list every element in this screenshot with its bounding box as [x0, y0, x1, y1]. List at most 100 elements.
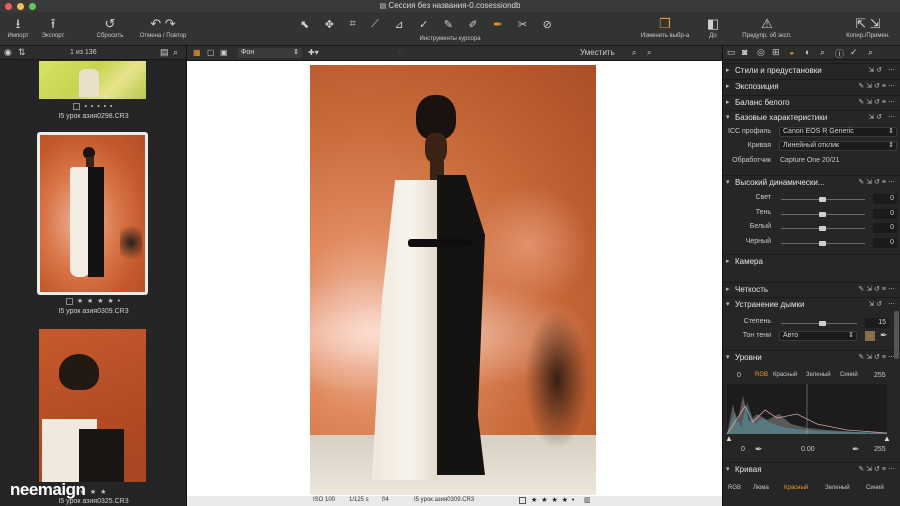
- highlights-slider-knob[interactable]: [819, 197, 826, 202]
- sort-icon[interactable]: ⇅: [18, 47, 26, 58]
- levels-white-point-handle[interactable]: ▲: [883, 434, 891, 443]
- import-button[interactable]: ⭳ Импорт: [4, 15, 32, 39]
- shadow-color-swatch[interactable]: [865, 331, 875, 341]
- thumbnail-image[interactable]: [39, 61, 146, 99]
- section-actions[interactable]: ✎⇲↺≡⋯: [858, 82, 897, 90]
- curve-channel-red[interactable]: Красный: [784, 485, 808, 491]
- output-tab-icon[interactable]: ✓: [850, 47, 858, 58]
- keystone-icon[interactable]: ⊿: [394, 18, 403, 31]
- eraser-icon[interactable]: ✂: [518, 18, 527, 31]
- icc-profile-select[interactable]: Canon EOS R Generic ⇕: [779, 127, 897, 137]
- levels-channel-red[interactable]: Красный: [773, 372, 797, 378]
- levels-channel-blue[interactable]: Синий: [840, 372, 858, 378]
- zoom-icon[interactable]: ⌕: [647, 48, 651, 58]
- brush-icon[interactable]: ✐: [469, 18, 478, 31]
- shadows-slider-knob[interactable]: [819, 212, 826, 217]
- tools-scrollbar[interactable]: [894, 311, 899, 359]
- levels-channel-green[interactable]: Зеленый: [806, 372, 831, 378]
- details-tab-icon[interactable]: ⌕: [820, 47, 825, 58]
- edit-selection-button[interactable]: ❐ Изменить выбр-а: [634, 15, 696, 39]
- curve-channel-luma[interactable]: Люма: [753, 485, 769, 491]
- levels-gamma[interactable]: 0.00: [801, 446, 815, 453]
- dehaze-amount-knob[interactable]: [819, 321, 826, 326]
- spot-removal-icon[interactable]: ✓: [419, 18, 428, 31]
- eye-icon[interactable]: ◉: [4, 47, 12, 58]
- library-tab-icon[interactable]: ▭: [727, 47, 736, 58]
- exposure-section[interactable]: ▸ Экспозиция ✎⇲↺≡⋯: [723, 79, 900, 92]
- hdr-section[interactable]: ▾ Высокий динамически... ✎⇲↺≡⋯: [723, 175, 900, 188]
- section-actions[interactable]: ✎⇲↺≡⋯: [858, 465, 897, 473]
- color-tag-icon[interactable]: ▥: [584, 496, 591, 504]
- levels-output-high[interactable]: 255: [874, 446, 886, 453]
- levels-input-high[interactable]: 255: [874, 372, 886, 379]
- color-picker-icon[interactable]: ✒: [493, 18, 502, 31]
- single-view-icon[interactable]: ▢: [207, 48, 215, 57]
- composition-tab-icon[interactable]: ⊞: [772, 47, 780, 58]
- compare-view-icon[interactable]: ▣: [220, 48, 228, 57]
- undo-redo-button[interactable]: ↶ ↷ Отмена / Повтор: [134, 15, 192, 39]
- dehaze-section[interactable]: ▾ Устранение дымки ⇲↺ ⋯: [723, 297, 900, 310]
- before-button[interactable]: ◧ До: [700, 15, 726, 39]
- zoom-fit-label[interactable]: Уместить: [580, 48, 615, 57]
- shadows-value[interactable]: 0: [873, 209, 897, 219]
- levels-channel-rgb[interactable]: RGB: [755, 372, 768, 378]
- eyedropper-icon[interactable]: ✒: [852, 444, 860, 455]
- section-actions[interactable]: ⇲↺ ⋯: [868, 66, 897, 74]
- section-actions[interactable]: ✎⇲↺≡⋯: [858, 98, 897, 106]
- search-tab-icon[interactable]: ⌕: [868, 47, 873, 58]
- eyedropper-icon[interactable]: ✒: [755, 444, 763, 455]
- thumbnail-checkbox[interactable]: [65, 297, 73, 305]
- levels-black-point-handle[interactable]: ▲: [725, 434, 733, 443]
- levels-section[interactable]: ▾ Уровни ✎⇲↺≡⋯: [723, 350, 900, 363]
- metadata-tab-icon[interactable]: ⓘ: [835, 47, 844, 60]
- highlights-value[interactable]: 0: [873, 194, 897, 204]
- main-photo[interactable]: [310, 65, 596, 495]
- reset-button[interactable]: ↺ Сбросить: [92, 15, 128, 39]
- curve-channel-rgb[interactable]: RGB: [728, 485, 741, 491]
- status-checkbox[interactable]: [519, 497, 526, 504]
- curve-section[interactable]: ▾ Кривая ✎⇲↺≡⋯: [723, 462, 900, 475]
- gradient-icon[interactable]: ⊘: [543, 18, 552, 31]
- section-actions[interactable]: ✎⇲↺≡⋯: [858, 285, 897, 293]
- blacks-value[interactable]: 0: [873, 238, 897, 248]
- capture-tab-icon[interactable]: ◙: [742, 47, 747, 57]
- levels-histogram[interactable]: [727, 384, 887, 434]
- dehaze-shadow-select[interactable]: Авто ⇕: [779, 331, 857, 341]
- background-select[interactable]: Фон ⇕: [238, 48, 302, 58]
- whites-value[interactable]: 0: [873, 223, 897, 233]
- browser-search-icon[interactable]: ⌕: [173, 47, 178, 58]
- clarity-section[interactable]: ▸ Четкость ✎⇲↺≡⋯: [723, 282, 900, 295]
- levels-input-low[interactable]: 0: [737, 372, 741, 379]
- copy-apply-button[interactable]: ⇱ ⇲ Копир./Примен.: [838, 15, 898, 39]
- lens-tab-icon[interactable]: ◎: [757, 47, 765, 58]
- add-icon[interactable]: ✚▾: [308, 48, 319, 57]
- curve-channel-blue[interactable]: Синий: [866, 485, 884, 491]
- exposure-warning-button[interactable]: ⚠ Предупр. об эксп.: [736, 15, 798, 39]
- whites-slider-knob[interactable]: [819, 226, 826, 231]
- pan-icon[interactable]: ✥: [325, 18, 334, 31]
- section-actions[interactable]: ✎⇲↺≡⋯: [858, 178, 897, 186]
- image-viewer[interactable]: [187, 61, 722, 496]
- thumbnail-checkbox[interactable]: [73, 103, 81, 110]
- thumbnail-rating[interactable]: • • • • •: [0, 103, 187, 110]
- browser-options-icon[interactable]: ▤: [160, 47, 169, 58]
- straighten-icon[interactable]: ⟋: [371, 18, 379, 31]
- section-actions[interactable]: ⇲↺ ⋯: [868, 113, 897, 121]
- zoom-actual-icon[interactable]: ⌕: [632, 48, 636, 58]
- levels-output-low[interactable]: 0: [741, 446, 745, 453]
- dehaze-amount-value[interactable]: 15: [865, 318, 889, 328]
- thumbnail-rating[interactable]: ★ ★ ★ ★ •: [0, 297, 187, 305]
- thumbnail-image[interactable]: [39, 329, 146, 482]
- select-cursor-icon[interactable]: ⬉: [300, 18, 309, 31]
- thumbnail-image-selected[interactable]: [37, 132, 148, 295]
- blacks-slider-knob[interactable]: [819, 241, 826, 246]
- crop-icon[interactable]: ⌗: [349, 18, 355, 31]
- grid-view-icon[interactable]: ▦: [193, 48, 201, 57]
- exposure-tab-icon[interactable]: ◒: [789, 47, 794, 57]
- curve-channel-green[interactable]: Зеленый: [825, 485, 850, 491]
- color-tab-icon[interactable]: ◐: [805, 47, 810, 57]
- export-button[interactable]: ⭱ Экспорт: [38, 15, 68, 39]
- styles-section[interactable]: ▸ Стили и предустановки ⇲↺ ⋯: [723, 63, 900, 76]
- base-characteristics-section[interactable]: ▾ Базовые характеристики ⇲↺ ⋯: [723, 110, 900, 123]
- status-rating[interactable]: ★ ★ ★ ★ •: [531, 496, 575, 504]
